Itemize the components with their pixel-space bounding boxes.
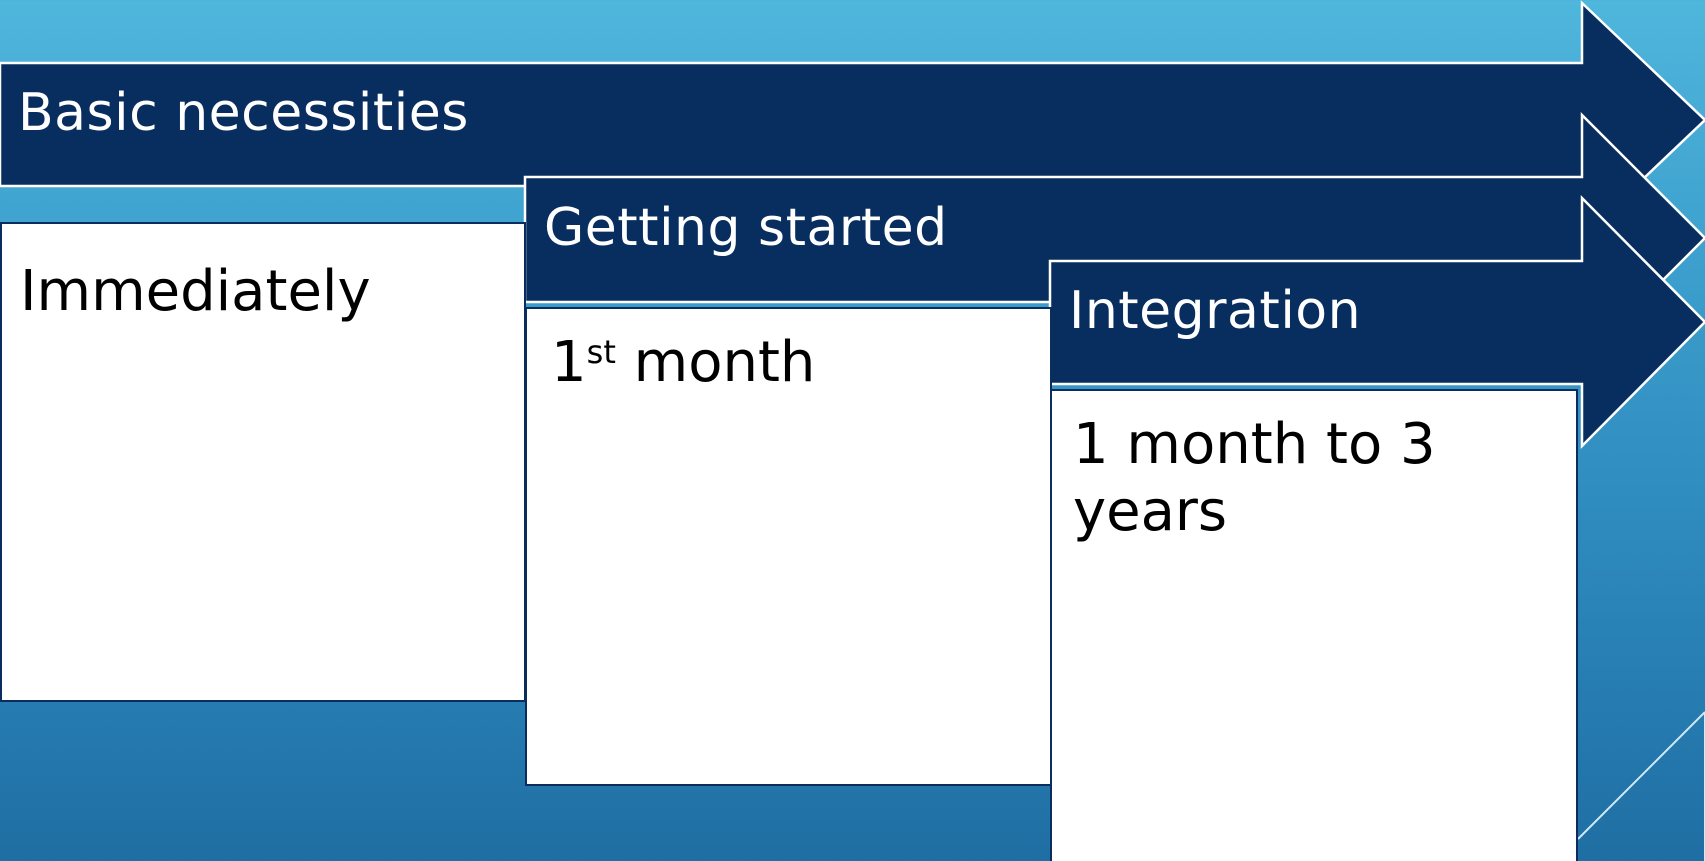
stage-label-integration: Integration — [1069, 281, 1362, 341]
decorative-arrow-outline — [1577, 711, 1705, 861]
stage-box-first-month: 1st month — [525, 307, 1052, 786]
stage-label-basic-necessities: Basic necessities — [18, 83, 469, 143]
stage-timeframe-integration: 1 month to 3 years — [1073, 411, 1436, 545]
stage-timeframe-immediately: Immediately — [20, 259, 371, 324]
timeframe-line-1: 1 month to 3 — [1073, 412, 1436, 477]
stage-label-getting-started: Getting started — [544, 198, 948, 258]
stage-timeframe-first-month: 1st month — [551, 330, 816, 395]
stage-box-one-month-to-three-years: 1 month to 3 years — [1050, 389, 1578, 861]
timeframe-line-2: years — [1073, 479, 1228, 545]
stage-box-immediately: Immediately — [0, 222, 526, 702]
